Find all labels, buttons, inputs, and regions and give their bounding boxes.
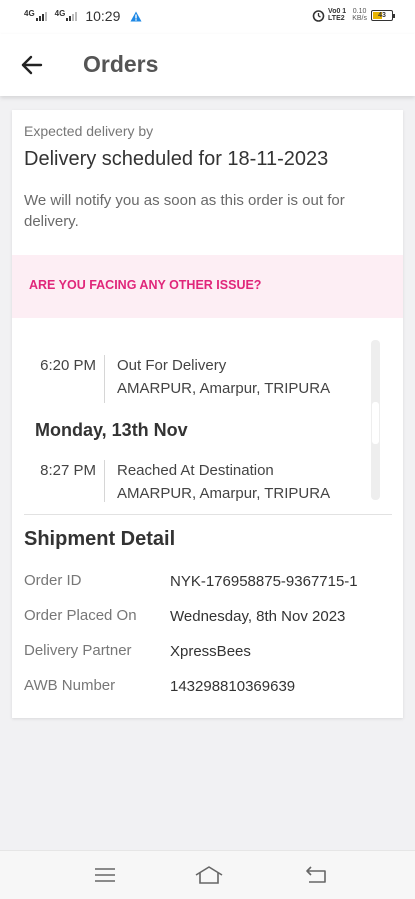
speed-unit: KB/s [352, 15, 367, 22]
timeline-time: 6:20 PM [40, 357, 96, 374]
back-nav-icon[interactable] [303, 864, 329, 886]
section-divider [24, 514, 392, 515]
volte-line1: Vo0 1 [328, 8, 347, 15]
warning-icon [130, 11, 142, 21]
sim2-signal: 4G [54, 8, 78, 21]
volte-line2: LTE2 [328, 15, 345, 22]
detail-value: XpressBees [170, 643, 251, 660]
timeline-date-header: Monday, 13th Nov [35, 420, 188, 440]
detail-label: Order ID [24, 572, 82, 589]
timeline-line [104, 355, 105, 403]
status-right: Vo0 1 LTE2 0.10 KB/s 43 [312, 8, 395, 22]
status-left: 4G 4G 10:29 [24, 8, 142, 24]
arrow-left-icon[interactable] [18, 51, 46, 79]
expected-delivery-label: Expected delivery by [24, 123, 154, 139]
sim1-label: 4G [24, 8, 35, 18]
status-bar: 4G 4G 10:29 Vo0 1 LTE2 0.10 KB/s 43 [0, 0, 415, 34]
timeline-location: AMARPUR, Amarpur, TRIPURA [117, 485, 331, 502]
signal-bars-icon [35, 11, 47, 21]
timeline-status: Out For Delivery [117, 357, 227, 374]
detail-label: Delivery Partner [24, 642, 132, 659]
clock: 10:29 [85, 8, 121, 24]
battery-level: 43 [378, 11, 386, 19]
battery-icon: 43 [371, 9, 395, 21]
timeline-location: AMARPUR, Amarpur, TRIPURA [117, 380, 331, 397]
order-card: Expected delivery by Delivery scheduled … [12, 110, 403, 718]
delivery-scheduled-text: Delivery scheduled for 18-11-2023 [24, 148, 329, 170]
issue-banner-text[interactable]: ARE YOU FACING ANY OTHER ISSUE? [29, 278, 261, 292]
timeline-line [104, 460, 105, 502]
sim1-signal: 4G [24, 8, 47, 21]
menu-icon[interactable] [92, 864, 118, 886]
alarm-icon [312, 9, 325, 22]
shipment-detail-title: Shipment Detail [24, 528, 176, 550]
detail-value: 143298810369639 [170, 678, 296, 695]
network-speed: 0.10 KB/s [352, 8, 367, 22]
timeline-time: 8:27 PM [40, 462, 96, 479]
issue-banner[interactable]: ARE YOU FACING ANY OTHER ISSUE? [12, 255, 403, 318]
detail-label: AWB Number [24, 677, 116, 694]
sim2-label: 4G [54, 8, 66, 18]
delivery-note: We will notify you as soon as this order… [24, 192, 345, 230]
detail-value: NYK-176958875-9367715-1 [170, 573, 358, 590]
page-title: Orders [83, 51, 159, 77]
speed-value: 0.10 [352, 8, 367, 15]
timeline-scroll-thumb[interactable] [372, 402, 379, 444]
app-header: Orders [0, 34, 415, 96]
tracking-timeline[interactable]: 6:20 PM Out For Delivery AMARPUR, Amarpu… [12, 340, 403, 502]
signal-bars-icon [66, 11, 78, 21]
timeline-status: Reached At Destination [117, 462, 274, 479]
volte-indicator: Vo0 1 LTE2 [328, 8, 346, 22]
detail-label: Order Placed On [24, 607, 137, 624]
system-nav-bar [0, 850, 415, 899]
home-icon[interactable] [194, 864, 224, 886]
detail-value: Wednesday, 8th Nov 2023 [170, 608, 346, 625]
